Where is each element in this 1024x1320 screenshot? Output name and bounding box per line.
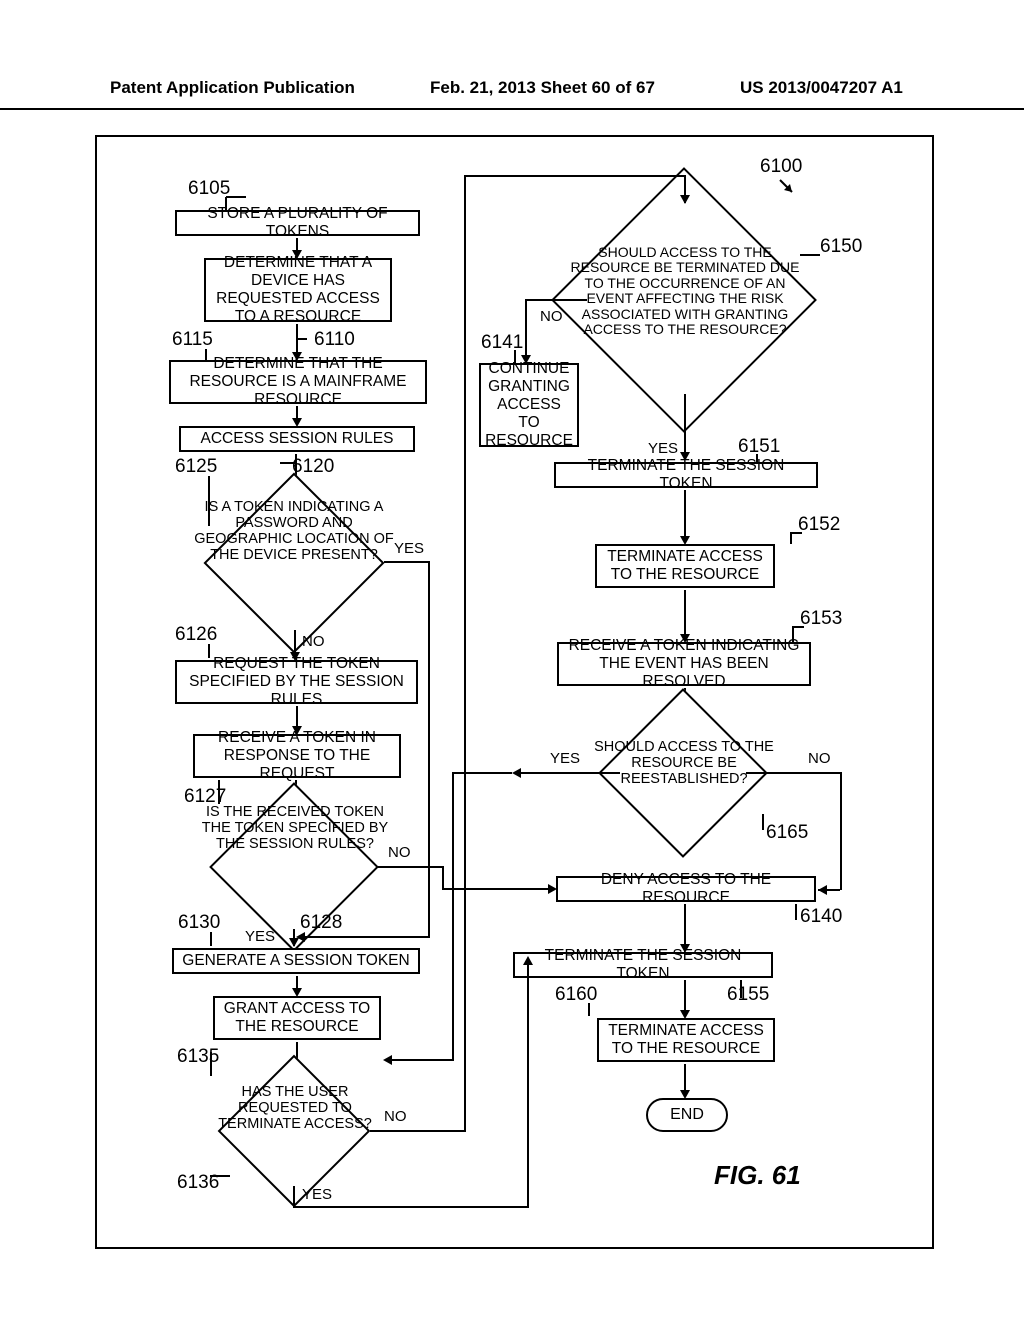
ref-6135: 6135 [177,1046,219,1068]
ref-6140: 6140 [800,906,842,928]
ref-6151: 6151 [738,436,780,458]
figure-label: FIG. 61 [714,1160,801,1191]
box-6120: ACCESS SESSION RULES [179,426,415,452]
ref-6105: 6105 [188,178,230,200]
yes-6150: YES [648,440,678,457]
yes-6128: YES [245,928,275,945]
yes-6165: YES [550,750,580,767]
yes-6125: YES [394,540,424,557]
box-6115: DETERMINE THAT THE RESOURCE IS A MAINFRA… [169,360,427,404]
fig-arrow-6100 [778,178,798,203]
header-right: US 2013/0047207 A1 [740,78,903,98]
ref-6125: 6125 [175,456,217,478]
no-6165: NO [808,750,831,767]
box-6152: TERMINATE ACCESS TO THE RESOURCE [595,544,775,588]
yes-6136: YES [302,1186,332,1203]
ref-6128: 6128 [300,912,342,934]
ref-6110: 6110 [314,329,355,351]
ref-6152: 6152 [798,514,840,536]
box-6126: REQUEST THE TOKEN SPECIFIED BY THE SESSI… [175,660,418,704]
ref-6150: 6150 [820,236,862,258]
ref-6160: 6160 [555,984,597,1006]
box-6160: TERMINATE ACCESS TO THE RESOURCE [597,1018,775,1062]
box-6135: GRANT ACCESS TO THE RESOURCE [213,996,381,1040]
no-6150: NO [540,308,563,325]
no-6136: NO [384,1108,407,1125]
header-center: Feb. 21, 2013 Sheet 60 of 67 [430,78,655,98]
box-6127: RECEIVE A TOKEN IN RESPONSE TO THE REQUE… [193,734,401,778]
ref-6130: 6130 [178,912,220,934]
box-6151: TERMINATE THE SESSION TOKEN [554,462,818,488]
ref-6153: 6153 [800,608,842,630]
box-6155: TERMINATE THE SESSION TOKEN [513,952,773,978]
no-6125: NO [302,633,325,650]
end-cap: END [646,1098,728,1132]
page-header: Patent Application Publication Feb. 21, … [0,78,1024,110]
box-6130: GENERATE A SESSION TOKEN [172,948,420,974]
box-6110: DETERMINE THAT A DEVICE HAS REQUESTED AC… [204,258,392,322]
ref-6100: 6100 [760,156,802,178]
box-6153: RECEIVE A TOKEN INDICATING THE EVENT HAS… [557,642,811,686]
ref-6120: 6120 [292,456,334,478]
ref-6155: 6155 [727,984,769,1006]
ref-6141: 6141 [481,332,523,354]
ref-6115: 6115 [172,329,213,351]
box-6105: STORE A PLURALITY OF TOKENS [175,210,420,236]
ref-6165: 6165 [766,822,808,844]
ref-6126: 6126 [175,624,217,646]
page: Patent Application Publication Feb. 21, … [0,0,1024,1320]
no-6128: NO [388,844,411,861]
header-left: Patent Application Publication [110,78,355,98]
box-6140: DENY ACCESS TO THE RESOURCE [556,876,816,902]
box-6141: CONTINUE GRANTING ACCESS TO RESOURCE [479,363,579,447]
